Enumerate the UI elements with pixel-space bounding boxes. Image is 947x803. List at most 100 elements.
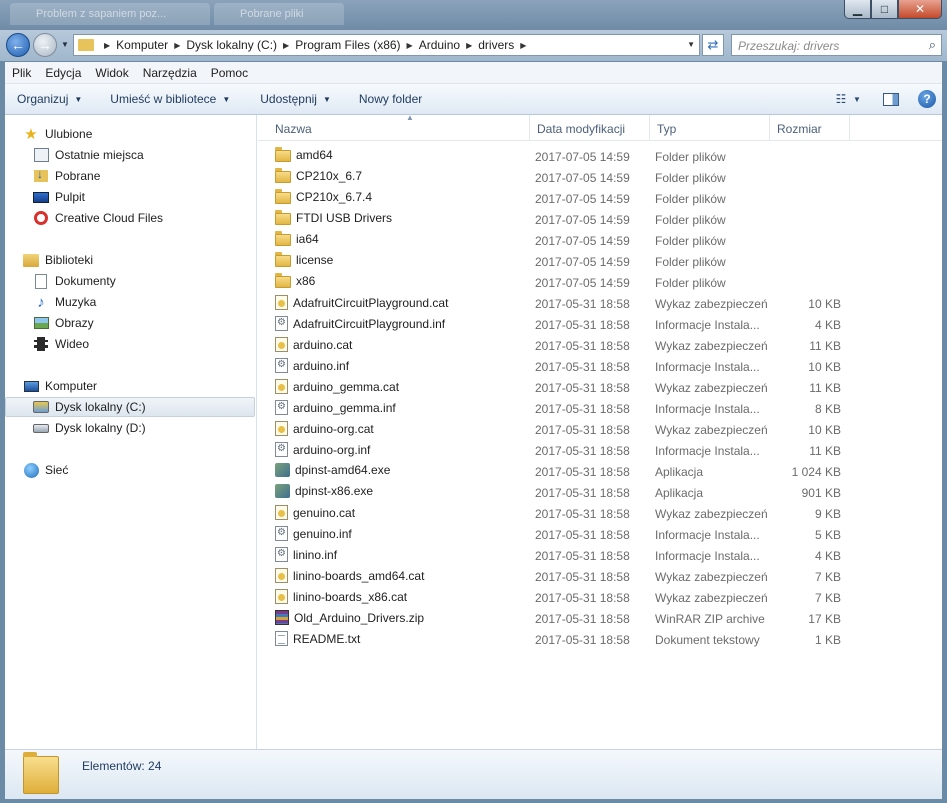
menu-file[interactable]: Plik xyxy=(5,66,38,80)
table-row[interactable]: arduino.inf 2017-05-31 18:58 Informacje In… xyxy=(258,356,858,377)
file-name-cell[interactable]: AdafruitCircuitPlayground.inf xyxy=(275,316,445,331)
column-date[interactable]: Data modyfikacji xyxy=(530,115,650,141)
table-row[interactable]: arduino-org.cat 2017-05-31 18:58 Wykaz zab… xyxy=(258,419,858,440)
breadcrumb-drive-c[interactable]: Dysk lokalny (C:) xyxy=(186,38,277,52)
table-row[interactable]: genuino.inf 2017-05-31 18:58 Informacje In… xyxy=(258,524,858,545)
background-tab-2[interactable]: Pobrane pliki xyxy=(214,3,344,25)
nav-drive-c[interactable]: Dysk lokalny (C:) xyxy=(5,397,255,417)
table-row[interactable]: AdafruitCircuitPlayground.inf 2017-05-31 … xyxy=(258,314,858,335)
minimize-button[interactable]: ▁ xyxy=(844,0,871,19)
table-row[interactable]: arduino.cat 2017-05-31 18:58 Wykaz zabezpi… xyxy=(258,335,858,356)
preview-pane-button[interactable] xyxy=(880,89,902,109)
nav-libraries[interactable]: Biblioteki xyxy=(23,250,93,270)
nav-creative-cloud[interactable]: Creative Cloud Files xyxy=(33,208,163,228)
table-row[interactable]: FTDI USB Drivers 2017-07-05 14:59 Folder p… xyxy=(258,209,858,230)
nav-desktop[interactable]: Pulpit xyxy=(33,187,85,207)
file-name-cell[interactable]: linino-boards_x86.cat xyxy=(275,589,407,604)
menu-view[interactable]: Widok xyxy=(88,66,135,80)
file-name-cell[interactable]: FTDI USB Drivers xyxy=(275,210,392,225)
search-input[interactable]: Przeszukaj: drivers ⌕ xyxy=(731,34,942,56)
breadcrumb-program-files[interactable]: Program Files (x86) xyxy=(295,38,400,52)
file-name-cell[interactable]: CP210x_6.7 xyxy=(275,168,362,183)
nav-downloads[interactable]: Pobrane xyxy=(33,166,100,186)
recent-pages-dropdown[interactable]: ▼ xyxy=(61,40,69,49)
table-row[interactable]: Old_Arduino_Drivers.zip 2017-05-31 18:58 W… xyxy=(258,608,858,629)
address-history-dropdown[interactable]: ▼ xyxy=(687,40,695,49)
back-button[interactable]: ← xyxy=(6,33,30,57)
table-row[interactable]: ia64 2017-07-05 14:59 Folder plików xyxy=(258,230,858,251)
file-name-cell[interactable]: README.txt xyxy=(275,631,360,646)
nav-drive-d[interactable]: Dysk lokalny (D:) xyxy=(33,418,146,438)
file-name-cell[interactable]: x86 xyxy=(275,273,315,288)
table-row[interactable]: dpinst-x86.exe 2017-05-31 18:58 Aplikacja 9… xyxy=(258,482,858,503)
nav-favorites[interactable]: ★ Ulubione xyxy=(23,124,92,144)
chevron-right-icon[interactable]: ▶ xyxy=(174,41,180,50)
forward-button[interactable]: → xyxy=(33,33,57,57)
file-name-cell[interactable]: arduino_gemma.inf xyxy=(275,400,396,415)
refresh-button[interactable]: ⇄ xyxy=(702,34,724,56)
chevron-right-icon[interactable]: ▶ xyxy=(466,41,472,50)
chevron-right-icon[interactable]: ▶ xyxy=(104,41,110,50)
file-name-cell[interactable]: linino-boards_amd64.cat xyxy=(275,568,424,583)
file-name-cell[interactable]: license xyxy=(275,252,333,267)
close-button[interactable]: ✕ xyxy=(898,0,942,19)
file-name-cell[interactable]: arduino-org.cat xyxy=(275,421,374,436)
column-type[interactable]: Typ xyxy=(650,115,770,141)
new-folder-button[interactable]: Nowy folder xyxy=(343,92,434,106)
table-row[interactable]: genuino.cat 2017-05-31 18:58 Wykaz zabezpi… xyxy=(258,503,858,524)
table-row[interactable]: README.txt 2017-05-31 18:58 Dokument tekst… xyxy=(258,629,858,650)
nav-recent-places[interactable]: Ostatnie miejsca xyxy=(33,145,144,165)
include-in-library-button[interactable]: Umieść w bibliotece ▼ xyxy=(94,92,242,106)
change-view-button[interactable]: ☷ xyxy=(830,89,852,109)
file-name-cell[interactable]: dpinst-amd64.exe xyxy=(275,463,390,477)
table-row[interactable]: license 2017-07-05 14:59 Folder plików xyxy=(258,251,858,272)
table-row[interactable]: x86 2017-07-05 14:59 Folder plików xyxy=(258,272,858,293)
nav-computer[interactable]: Komputer xyxy=(23,376,97,396)
file-name-cell[interactable]: dpinst-x86.exe xyxy=(275,484,373,498)
file-name-cell[interactable]: arduino-org.inf xyxy=(275,442,370,457)
breadcrumb-drivers[interactable]: drivers xyxy=(478,38,514,52)
menu-help[interactable]: Pomoc xyxy=(204,66,255,80)
table-row[interactable]: arduino_gemma.cat 2017-05-31 18:58 Wykaz z… xyxy=(258,377,858,398)
menu-tools[interactable]: Narzędzia xyxy=(136,66,204,80)
table-row[interactable]: dpinst-amd64.exe 2017-05-31 18:58 Aplikacj… xyxy=(258,461,858,482)
file-name-cell[interactable]: Old_Arduino_Drivers.zip xyxy=(275,610,424,625)
chevron-right-icon[interactable]: ▶ xyxy=(407,41,413,50)
organize-button[interactable]: Organizuj ▼ xyxy=(5,92,94,106)
menu-edit[interactable]: Edycja xyxy=(38,66,88,80)
nav-music[interactable]: ♪ Muzyka xyxy=(33,292,96,312)
file-list[interactable]: Nazwa ▲ Data modyfikacji Typ Rozmiar amd… xyxy=(258,113,942,749)
breadcrumb-computer[interactable]: Komputer xyxy=(116,38,168,52)
table-row[interactable]: CP210x_6.7 2017-07-05 14:59 Folder plików xyxy=(258,167,858,188)
file-name-cell[interactable]: arduino.cat xyxy=(275,337,352,352)
address-bar[interactable]: ▶ Komputer ▶ Dysk lokalny (C:) ▶ Program… xyxy=(73,34,700,56)
help-button[interactable]: ? xyxy=(918,90,936,108)
view-options-dropdown[interactable]: ▼ xyxy=(852,89,862,109)
maximize-button[interactable]: □ xyxy=(871,0,898,19)
table-row[interactable]: CP210x_6.7.4 2017-07-05 14:59 Folder plikó… xyxy=(258,188,858,209)
table-row[interactable]: linino-boards_x86.cat 2017-05-31 18:58 Wyk… xyxy=(258,587,858,608)
chevron-right-icon[interactable]: ▶ xyxy=(283,41,289,50)
file-name-cell[interactable]: arduino.inf xyxy=(275,358,349,373)
table-row[interactable]: amd64 2017-07-05 14:59 Folder plików xyxy=(258,146,858,167)
navigation-pane[interactable]: ★ Ulubione Ostatnie miejsca Pobrane Pulp… xyxy=(5,115,257,749)
file-name-cell[interactable]: arduino_gemma.cat xyxy=(275,379,399,394)
nav-videos[interactable]: Wideo xyxy=(33,334,89,354)
table-row[interactable]: arduino_gemma.inf 2017-05-31 18:58 Informa… xyxy=(258,398,858,419)
table-row[interactable]: arduino-org.inf 2017-05-31 18:58 Informacj… xyxy=(258,440,858,461)
table-row[interactable]: linino-boards_amd64.cat 2017-05-31 18:58 W… xyxy=(258,566,858,587)
file-name-cell[interactable]: ia64 xyxy=(275,231,319,246)
file-name-cell[interactable]: CP210x_6.7.4 xyxy=(275,189,372,204)
nav-network[interactable]: Sieć xyxy=(23,460,68,480)
chevron-right-icon[interactable]: ▶ xyxy=(520,41,526,50)
column-name[interactable]: Nazwa ▲ xyxy=(268,113,530,141)
column-size[interactable]: Rozmiar xyxy=(770,115,850,141)
file-name-cell[interactable]: linino.inf xyxy=(275,547,337,562)
breadcrumb-arduino[interactable]: Arduino xyxy=(419,38,460,52)
file-name-cell[interactable]: genuino.cat xyxy=(275,505,355,520)
table-row[interactable]: linino.inf 2017-05-31 18:58 Informacje Ins… xyxy=(258,545,858,566)
background-tab-1[interactable]: Problem z sapaniem poz... xyxy=(10,3,210,25)
file-name-cell[interactable]: genuino.inf xyxy=(275,526,352,541)
share-button[interactable]: Udostępnij ▼ xyxy=(242,92,343,106)
nav-pictures[interactable]: Obrazy xyxy=(33,313,94,333)
